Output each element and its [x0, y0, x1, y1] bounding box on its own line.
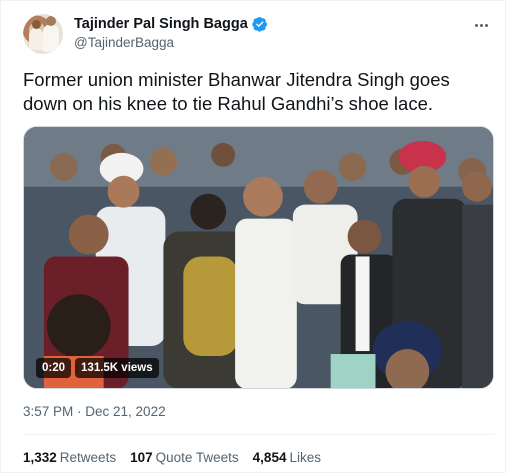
quote-count: 107 — [130, 450, 153, 465]
video-meta: 0:20 131.5K views — [36, 358, 159, 378]
video-duration: 0:20 — [36, 358, 72, 378]
author-handle[interactable]: @TajinderBagga — [74, 35, 174, 50]
avatar[interactable] — [23, 14, 63, 54]
author-display-name[interactable]: Tajinder Pal Singh Bagga — [74, 16, 248, 32]
retweets-label: Retweets — [59, 450, 117, 465]
likes-count: 4,854 — [252, 450, 287, 465]
tweet-timestamp[interactable]: 3:57 PM · Dec 21, 2022 — [23, 404, 166, 419]
quote-label: Quote Tweets — [155, 450, 239, 465]
author-name-row[interactable]: Tajinder Pal Singh Bagga — [74, 16, 268, 32]
retweets-count: 1,332 — [23, 450, 57, 465]
tweet-text: Former union minister Bhanwar Jitendra S… — [23, 69, 450, 114]
likes-label: Likes — [289, 450, 321, 465]
tweet-card: Tajinder Pal Singh Bagga @TajinderBagga … — [0, 0, 506, 473]
video-thumbnail — [24, 127, 493, 388]
likes-stat[interactable]: 4,854 Likes — [253, 450, 321, 465]
retweets-stat[interactable]: 1,332 Retweets — [23, 450, 116, 465]
video-views: 131.5K views — [75, 358, 159, 378]
more-icon[interactable] — [471, 15, 491, 35]
divider — [23, 434, 494, 435]
quote-tweets-stat[interactable]: 107 Quote Tweets — [130, 450, 239, 465]
video-player[interactable]: 0:20 131.5K views — [23, 126, 494, 389]
tweet-stats: 1,332 Retweets 107 Quote Tweets 4,854 Likes — [23, 450, 321, 465]
verified-badge-icon — [252, 17, 267, 32]
